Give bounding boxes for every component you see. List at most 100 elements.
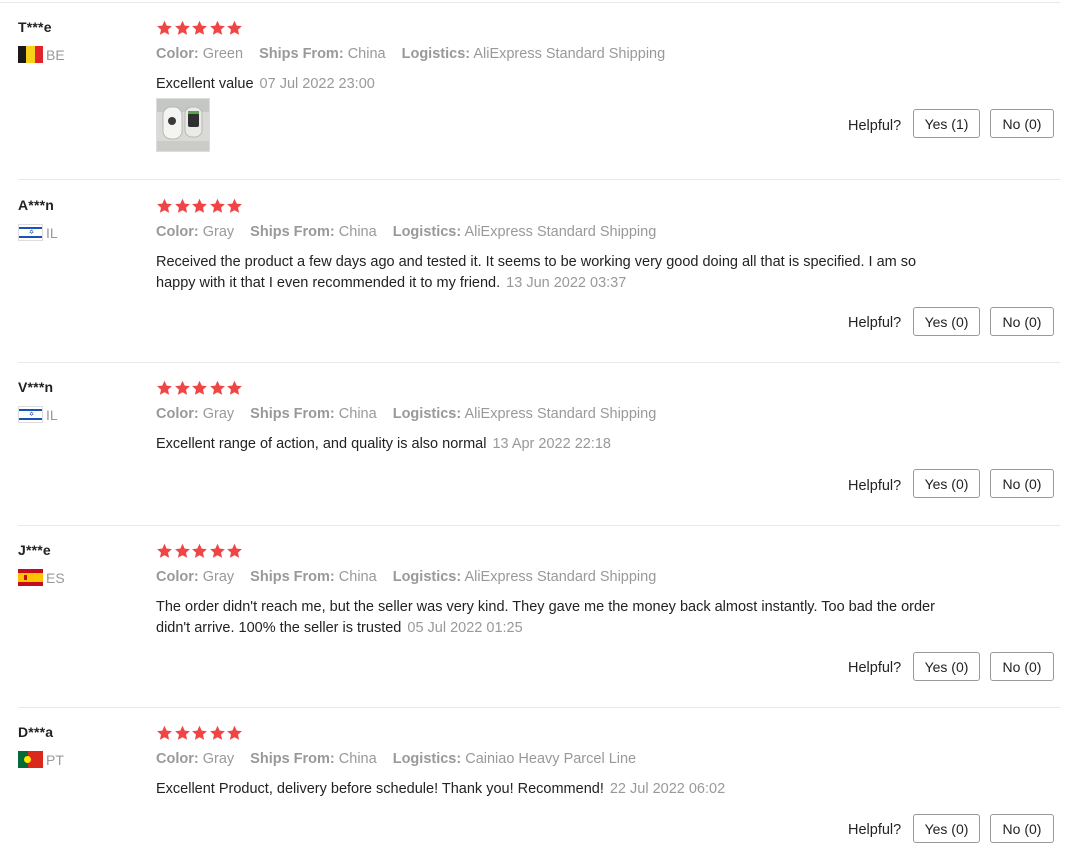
color-value: Gray: [202, 224, 235, 240]
country-code: PT: [46, 751, 64, 768]
reviewer-country: ES: [18, 569, 65, 586]
review-text: Excellent Product, delivery before sched…: [156, 779, 956, 800]
logistics-value: AliExpress Standard Shipping: [464, 406, 657, 422]
logistics-value: AliExpress Standard Shipping: [473, 46, 666, 62]
star-icon: [174, 198, 191, 215]
flag-il-icon: ✡: [18, 406, 43, 423]
ships-from-key: Ships From:: [250, 224, 335, 240]
star-rating: [156, 20, 244, 37]
helpful-yes-button[interactable]: Yes (0): [913, 652, 980, 681]
review-date: 07 Jul 2022 23:00: [259, 76, 375, 92]
flag-es-icon: [18, 569, 43, 586]
top-divider: [0, 2, 1060, 3]
ships-from-key: Ships From:: [250, 406, 335, 422]
helpful-yes-button[interactable]: Yes (0): [913, 307, 980, 336]
reviewer-country: ✡ IL: [18, 406, 58, 423]
helpful-no-button[interactable]: No (0): [990, 652, 1054, 681]
reviewer-name: V***n: [18, 379, 54, 395]
flag-pt-icon: [18, 751, 43, 768]
color-key: Color:: [156, 569, 199, 585]
ships-from-key: Ships From:: [259, 46, 344, 62]
star-icon: [191, 725, 208, 742]
reviewer-country: PT: [18, 751, 64, 768]
logistics-key: Logistics:: [401, 46, 471, 62]
star-icon: [209, 20, 226, 37]
helpful-label: Helpful?: [848, 118, 902, 134]
logistics-key: Logistics:: [392, 224, 462, 240]
ships-from-value: China: [338, 751, 377, 767]
country-code: IL: [46, 406, 58, 423]
flag-il-icon: ✡: [18, 224, 43, 241]
star-icon: [174, 543, 191, 560]
color-key: Color:: [156, 46, 199, 62]
review-text: Received the product a few days ago and …: [156, 252, 956, 294]
star-icon: [226, 380, 243, 397]
star-rating: [156, 543, 244, 560]
helpful-yes-button[interactable]: Yes (1): [913, 109, 980, 138]
star-icon: [209, 198, 226, 215]
color-key: Color:: [156, 406, 199, 422]
star-icon: [209, 380, 226, 397]
helpful-no-button[interactable]: No (0): [990, 307, 1054, 336]
star-icon: [226, 543, 243, 560]
ships-from-key: Ships From:: [250, 569, 335, 585]
ships-from-value: China: [338, 569, 377, 585]
helpful-yes-button[interactable]: Yes (0): [913, 469, 980, 498]
star-icon: [156, 380, 173, 397]
helpful-no-button[interactable]: No (0): [990, 814, 1054, 843]
helpful-label: Helpful?: [848, 315, 902, 331]
review-divider: [18, 707, 1060, 708]
star-icon: [174, 725, 191, 742]
reviewer-name: J***e: [18, 542, 51, 558]
country-code: ES: [46, 569, 65, 586]
star-icon: [191, 380, 208, 397]
country-code: IL: [46, 224, 58, 241]
star-rating: [156, 198, 244, 215]
review-divider: [18, 179, 1060, 180]
ships-from-key: Ships From:: [250, 751, 335, 767]
review-body: Excellent Product, delivery before sched…: [156, 781, 604, 797]
star-icon: [209, 543, 226, 560]
star-icon: [156, 725, 173, 742]
color-value: Gray: [202, 406, 235, 422]
logistics-value: Cainiao Heavy Parcel Line: [465, 751, 637, 767]
logistics-key: Logistics:: [392, 406, 462, 422]
review-body: Excellent value: [156, 76, 254, 92]
helpful-yes-button[interactable]: Yes (0): [913, 814, 980, 843]
sku-info: Color: Gray Ships From: China Logistics:…: [156, 751, 648, 767]
star-rating: [156, 380, 244, 397]
star-icon: [226, 198, 243, 215]
review-text: Excellent range of action, and quality i…: [156, 434, 956, 455]
review-date: 22 Jul 2022 06:02: [609, 781, 726, 797]
country-code: BE: [46, 46, 65, 63]
review-divider: [18, 362, 1060, 363]
star-icon: [174, 20, 191, 37]
helpful-label: Helpful?: [848, 660, 902, 676]
review-photo-thumbnail[interactable]: [156, 98, 210, 152]
review-text: Excellent value 07 Jul 2022 23:00: [156, 74, 956, 95]
review-text: The order didn't reach me, but the selle…: [156, 597, 956, 639]
star-icon: [156, 20, 173, 37]
helpful-no-button[interactable]: No (0): [990, 469, 1054, 498]
review-divider: [18, 525, 1060, 526]
sku-info: Color: Gray Ships From: China Logistics:…: [156, 406, 668, 422]
review-body: Excellent range of action, and quality i…: [156, 436, 487, 452]
star-icon: [191, 20, 208, 37]
helpful-label: Helpful?: [848, 822, 902, 838]
star-icon: [191, 543, 208, 560]
color-key: Color:: [156, 224, 199, 240]
ships-from-value: China: [347, 46, 386, 62]
review-date: 13 Jun 2022 03:37: [506, 275, 627, 291]
color-value: Gray: [202, 751, 235, 767]
helpful-no-button[interactable]: No (0): [990, 109, 1054, 138]
star-icon: [226, 725, 243, 742]
review-photo-image: [157, 99, 209, 151]
reviewer-name: D***a: [18, 724, 54, 740]
review-date: 05 Jul 2022 01:25: [407, 620, 523, 636]
color-value: Green: [202, 46, 244, 62]
reviewer-country: BE: [18, 46, 65, 63]
helpful-label: Helpful?: [848, 478, 902, 494]
flag-be-icon: [18, 46, 43, 63]
star-rating: [156, 725, 244, 742]
ships-from-value: China: [338, 224, 377, 240]
